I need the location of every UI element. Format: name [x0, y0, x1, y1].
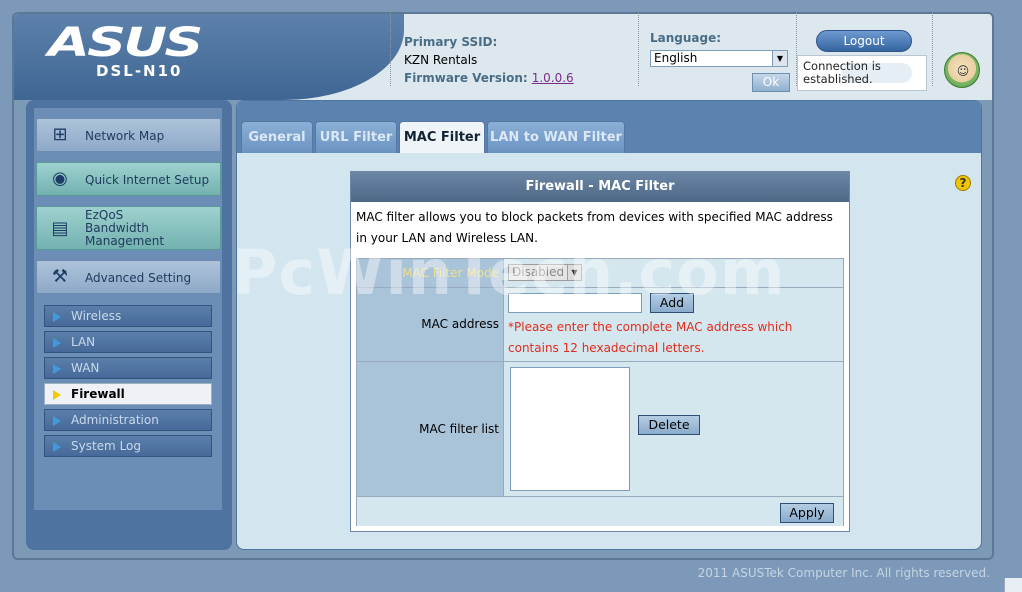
sidebar-item-label: Firewall: [71, 387, 125, 401]
copyright-footer: 2011 ASUSTek Computer Inc. All rights re…: [697, 566, 990, 580]
sidebar-item-label: EzQoS Bandwidth Management: [85, 208, 165, 248]
network-map-icon: ⊞: [52, 124, 68, 145]
model-name: DSL-N10: [96, 62, 183, 80]
mac-filter-list-label: MAC filter list: [357, 362, 504, 496]
connection-status: Connection is established.: [797, 55, 927, 91]
mode-selected-value: Disabled: [512, 265, 565, 279]
mode-label-cell: MAC Filter Mode: [357, 259, 504, 287]
sidebar-item-label: Wireless: [71, 309, 122, 323]
logo-panel: ASUS DSL-N10: [14, 14, 404, 100]
apply-button[interactable]: Apply: [780, 503, 834, 523]
sidebar-item-label: Administration: [71, 413, 159, 427]
sidebar-item-label: WAN: [71, 361, 100, 375]
firmware-version-link[interactable]: 1.0.0.6: [532, 71, 574, 85]
mac-address-label: MAC address: [357, 288, 504, 361]
add-button[interactable]: Add: [650, 293, 694, 313]
sidebar-item-wan[interactable]: WAN: [44, 357, 212, 379]
sidebar-item-system-log[interactable]: System Log: [44, 435, 212, 457]
mac-address-row: MAC address Add *Please enter the comple…: [357, 288, 843, 362]
tools-icon: ⚒: [51, 266, 69, 287]
sidebar-item-network-map[interactable]: ⊞ Network Map: [36, 118, 221, 152]
delete-button[interactable]: Delete: [638, 415, 700, 435]
router-icon: ◉: [52, 168, 68, 189]
logout-button[interactable]: Logout: [816, 30, 912, 52]
main-content: General URL Filter MAC Filter LAN to WAN…: [236, 100, 982, 550]
header-divider: [390, 6, 391, 86]
scrollbar-corner: [1004, 578, 1022, 592]
mac-filter-mode-select[interactable]: Disabled ▼: [508, 264, 582, 281]
apply-row: Apply: [357, 497, 843, 526]
sidebar-item-label: LAN: [71, 335, 96, 349]
mac-address-cell: Add *Please enter the complete MAC addre…: [504, 288, 843, 361]
sidebar-item-advanced-setting[interactable]: ⚒ Advanced Setting: [36, 260, 221, 294]
mac-address-input[interactable]: [508, 293, 642, 313]
triangle-right-icon: [53, 416, 61, 426]
firmware-label: Firmware Version: 1.0.0.6: [404, 71, 574, 85]
sidebar-item-administration[interactable]: Administration: [44, 409, 212, 431]
tab-general[interactable]: General: [241, 121, 313, 153]
mac-filter-form: MAC Filter Mode Disabled ▼ MAC address A…: [356, 258, 844, 526]
firmware-label-text: Firmware Version:: [404, 71, 528, 85]
language-selected-value: English: [654, 51, 698, 65]
sidebar-item-label: System Log: [71, 439, 141, 453]
mode-label: MAC Filter Mode: [402, 266, 499, 280]
triangle-right-icon: [53, 390, 61, 400]
mac-address-hint: *Please enter the complete MAC address w…: [508, 320, 793, 355]
qos-icon: ▤: [51, 218, 69, 239]
sidebar-item-lan[interactable]: LAN: [44, 331, 212, 353]
panel-description: MAC filter allows you to block packets f…: [356, 210, 833, 245]
sidebar-item-label: Quick Internet Setup: [85, 173, 210, 187]
language-label: Language:: [650, 31, 722, 45]
sidebar-item-quick-internet-setup[interactable]: ◉ Quick Internet Setup: [36, 162, 221, 196]
mac-filter-panel: Firewall - MAC Filter MAC filter allows …: [350, 171, 850, 532]
sidebar-item-label: Network Map: [85, 129, 165, 143]
triangle-right-icon: [53, 338, 61, 348]
help-icon[interactable]: ?: [955, 175, 971, 191]
panel-title: Firewall - MAC Filter: [351, 172, 849, 202]
triangle-right-icon: [53, 364, 61, 374]
tab-bar: General URL Filter MAC Filter LAN to WAN…: [237, 101, 981, 153]
mode-row: MAC Filter Mode Disabled ▼: [357, 259, 843, 288]
mode-value-cell: Disabled ▼: [504, 259, 843, 287]
mac-filter-list[interactable]: [510, 367, 630, 491]
tab-mac-filter[interactable]: MAC Filter: [399, 121, 485, 153]
sidebar-item-ezqos[interactable]: ▤ EzQoS Bandwidth Management: [36, 206, 221, 250]
chevron-down-icon: ▼: [567, 265, 581, 280]
mascot-icon: ☺: [944, 52, 980, 88]
language-select[interactable]: English ▼: [650, 50, 788, 67]
ssid-label: Primary SSID:: [404, 35, 498, 49]
asus-logo: ASUS: [48, 20, 203, 66]
triangle-right-icon: [53, 442, 61, 452]
chevron-down-icon: ▼: [772, 51, 787, 66]
mac-filter-list-cell: Delete: [504, 362, 843, 496]
triangle-right-icon: [53, 312, 61, 322]
language-ok-button[interactable]: Ok: [752, 73, 790, 92]
connection-status-text: Connection is established.: [803, 59, 881, 86]
tab-url-filter[interactable]: URL Filter: [315, 121, 397, 153]
sidebar-item-wireless[interactable]: Wireless: [44, 305, 212, 327]
header-divider: [932, 6, 933, 86]
sidebar-item-label: Advanced Setting: [85, 271, 192, 285]
ssid-value: KZN Rentals: [404, 53, 478, 67]
mac-filter-list-row: MAC filter list Delete: [357, 362, 843, 497]
header-divider: [638, 6, 639, 86]
sidebar-item-firewall[interactable]: Firewall: [44, 383, 212, 405]
tab-lan-to-wan-filter[interactable]: LAN to WAN Filter: [487, 121, 625, 153]
